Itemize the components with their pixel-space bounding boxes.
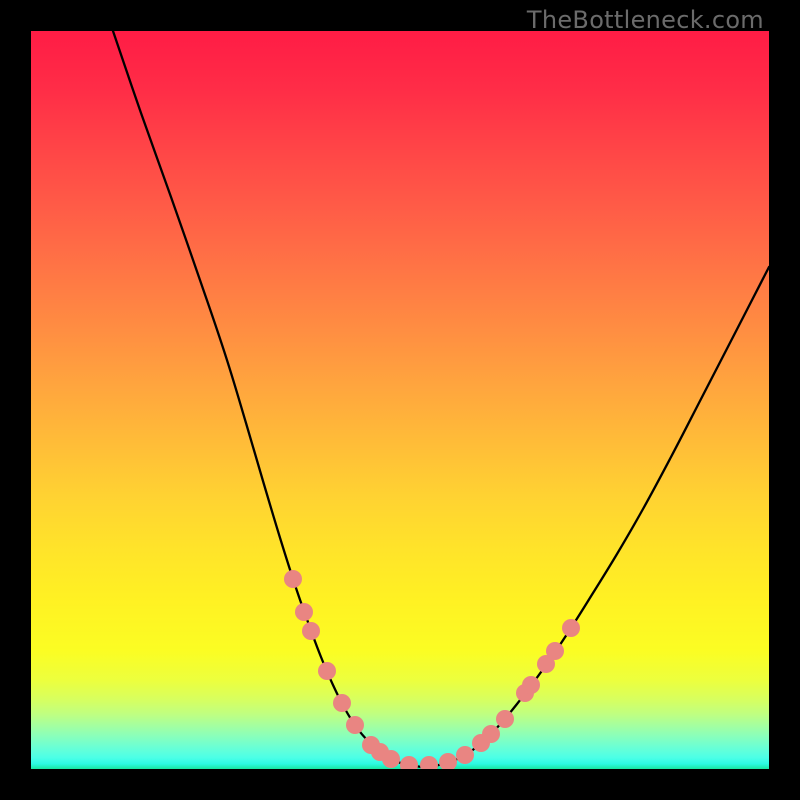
marker-dot: [382, 750, 400, 768]
highlight-dots: [284, 570, 580, 769]
marker-dot: [482, 725, 500, 743]
marker-dot: [562, 619, 580, 637]
marker-dot: [346, 716, 364, 734]
chart-frame: [31, 31, 769, 769]
marker-dot: [333, 694, 351, 712]
marker-dot: [456, 746, 474, 764]
marker-dot: [295, 603, 313, 621]
marker-dot: [420, 756, 438, 769]
marker-dot: [284, 570, 302, 588]
marker-dot: [318, 662, 336, 680]
marker-dot: [439, 753, 457, 769]
marker-dot: [302, 622, 320, 640]
watermark: TheBottleneck.com: [527, 6, 764, 34]
chart-svg: [31, 31, 769, 769]
marker-dot: [400, 756, 418, 769]
bottleneck-curve: [113, 31, 769, 767]
marker-dot: [522, 676, 540, 694]
marker-dot: [546, 642, 564, 660]
marker-dot: [496, 710, 514, 728]
